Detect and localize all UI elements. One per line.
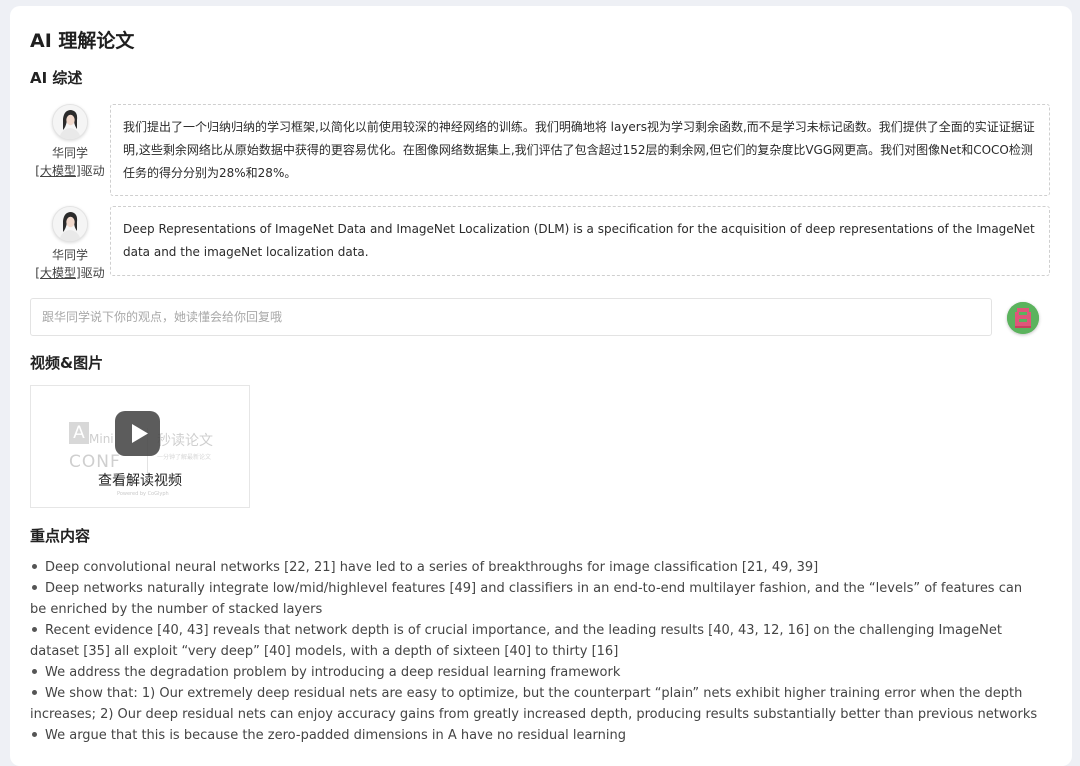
bullet-icon (32, 626, 37, 632)
list-item: We show that: 1) Our extremely deep resi… (30, 686, 1038, 722)
watermark-logo: A (69, 422, 89, 444)
bullet-icon (32, 731, 37, 737)
summary-item: 华同学 [大模型]驱动 我们提出了一个归纳归纳的学习框架,以简化以前使用较深的神… (30, 104, 1052, 196)
comment-input[interactable] (30, 298, 992, 336)
watermark-mini: Mini (89, 432, 114, 446)
assistant-info: 华同学 [大模型]驱动 (30, 104, 110, 180)
video-label: 查看解读视频 (98, 473, 182, 489)
video-thumbnail[interactable]: A Mini CONF 秒读论文 一分钟了解最新论文 Powered by Co… (30, 385, 250, 508)
watermark-powered: Powered by CoGlyph (117, 491, 169, 497)
key-points-section-title: 重点内容 (30, 527, 91, 545)
assistant-name: 华同学 (51, 248, 88, 262)
summary-bubble: Deep Representations of ImageNet Data an… (110, 206, 1050, 276)
key-points-list: Deep convolutional neural networks [22, … (30, 557, 1040, 746)
bullet-icon (32, 668, 37, 674)
media-section-title: 视频&图片 (30, 354, 104, 372)
list-item: We argue that this is because the zero-p… (30, 725, 1040, 746)
play-button[interactable] (115, 411, 160, 456)
page-title: AI 理解论文 (30, 30, 135, 52)
bullet-icon (32, 689, 37, 695)
paper-card: AI 理解论文 AI 综述 华同学 [大模型]驱动 我们提出了一个归纳归纳的学习… (10, 6, 1072, 766)
list-item: Deep convolutional neural networks [22, … (30, 557, 1040, 578)
model-link[interactable]: 大模型 (40, 164, 76, 178)
user-avatar[interactable] (1007, 302, 1039, 334)
list-item: Deep networks naturally integrate low/mi… (30, 581, 1023, 617)
watermark-title: 秒读论文 (157, 433, 213, 449)
summary-section-title: AI 综述 (30, 69, 83, 87)
list-item: We address the degradation problem by in… (30, 662, 1040, 683)
watermark-subtitle: 一分钟了解最新论文 (157, 454, 212, 461)
assistant-info: 华同学 [大模型]驱动 (30, 206, 110, 282)
assistant-driver: [大模型]驱动 (35, 266, 105, 280)
user-avatar-icon (1007, 302, 1039, 334)
list-item: Recent evidence [40, 43] reveals that ne… (30, 623, 1003, 659)
model-link[interactable]: 大模型 (40, 266, 76, 280)
assistant-name: 华同学 (51, 146, 88, 160)
assistant-avatar (52, 206, 88, 242)
summary-bubble: 我们提出了一个归纳归纳的学习框架,以简化以前使用较深的神经网络的训练。我们明确地… (110, 104, 1050, 196)
bullet-icon (32, 584, 37, 590)
bullet-icon (32, 563, 37, 569)
assistant-driver: [大模型]驱动 (35, 164, 105, 178)
play-icon (132, 424, 148, 443)
assistant-avatar (52, 104, 88, 140)
watermark-conf: CONF (69, 452, 121, 472)
summary-item: 华同学 [大模型]驱动 Deep Representations of Imag… (30, 206, 1052, 280)
